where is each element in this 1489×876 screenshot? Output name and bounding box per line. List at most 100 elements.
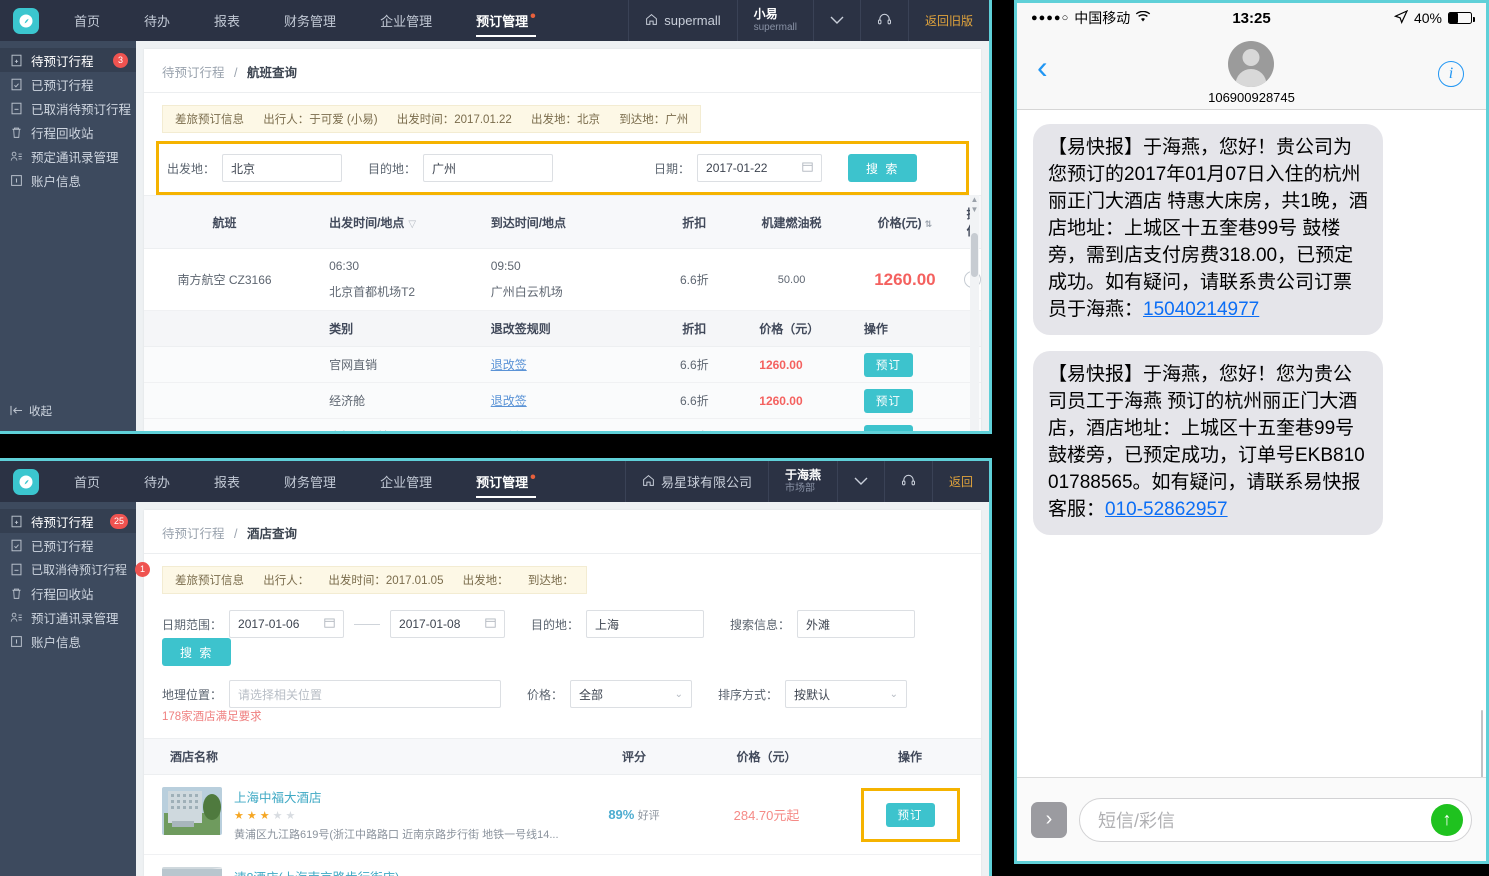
table-scrollbar[interactable]: ▲ ▼ ▼ (970, 195, 979, 431)
phone-number-link[interactable]: 010-52862957 (1105, 499, 1228, 520)
send-arrow-icon[interactable]: ↑ (1431, 803, 1463, 836)
support-button[interactable] (859, 0, 908, 41)
sort-icon[interactable]: ⇅ (925, 219, 933, 229)
book-button[interactable]: 预订 (863, 352, 913, 377)
chat-scrollbar[interactable] (1480, 710, 1483, 782)
company-switcher-2[interactable]: 易星球有限公司 (624, 461, 768, 502)
nav-item-finance-2[interactable]: 财务管理 (262, 461, 358, 502)
sort-label: 排序方式： (718, 687, 779, 702)
phone-number-link[interactable]: 15040214977 (1143, 299, 1259, 320)
breadcrumb-parent-2[interactable]: 待预订行程 (162, 527, 225, 541)
nav-item-booking[interactable]: 预订管理 • (454, 0, 558, 41)
date-from-input[interactable]: 2017-01-06 (229, 610, 345, 638)
logo-container-2[interactable] (0, 461, 52, 502)
sidebar-item-account-info-2[interactable]: 账户信息 (0, 629, 136, 653)
sidebar-item-pending-trips-2[interactable]: 待预订行程 25 (0, 509, 136, 533)
filter-icon[interactable]: ▽ (408, 219, 416, 230)
geo-input[interactable]: 请选择相关位置 (229, 680, 502, 708)
collapse-label: 收起 (29, 406, 52, 418)
hotel-dest-input[interactable]: 上海 (586, 610, 705, 638)
hotel-thumbnail (162, 787, 222, 835)
old-version-link-2[interactable]: 返回 (931, 461, 989, 502)
calendar-icon (790, 161, 813, 175)
sidebar-collapse-button[interactable]: 收起 (10, 403, 52, 419)
sidebar-item-cancelled-trips-2[interactable]: 已取消待预订行程 1 (0, 557, 151, 581)
trash-icon-2 (10, 587, 23, 600)
expand-chevron-icon[interactable]: › (1031, 801, 1067, 838)
sidebar-item-booked-trips-2[interactable]: 已预订行程 (0, 533, 136, 557)
sort-select[interactable]: 按默认 ⌄ (785, 680, 908, 708)
nav-item-enterprise-2[interactable]: 企业管理 (358, 461, 454, 502)
breadcrumb-parent[interactable]: 待预订行程 (162, 66, 225, 80)
flight-price-cell: 1260.00 (845, 248, 964, 311)
nav-item-finance[interactable]: 财务管理 (262, 0, 358, 41)
rules-link[interactable]: 退改签 (491, 430, 527, 431)
contact-header[interactable]: 106900928745 (1208, 41, 1295, 105)
old-version-link[interactable]: 返回旧版 (907, 0, 989, 41)
sidebar-item-account-info[interactable]: 账户信息 (0, 168, 136, 192)
iphone-sms-window: ●●●●○ 中国移动 13:25 40% ‹ 106900928745 i 【易… (1014, 0, 1489, 864)
date-to-input[interactable]: 2017-01-08 (390, 610, 506, 638)
nav-item-booking-2[interactable]: 预订管理 • (454, 461, 558, 502)
sidebar-item-booked-trips[interactable]: 已预订行程 (0, 72, 136, 96)
origin-input[interactable]: 北京 (222, 154, 343, 182)
nav-item-enterprise[interactable]: 企业管理 (358, 0, 454, 41)
nav-item-todo-2[interactable]: 待办 (122, 461, 192, 502)
sidebar-item-cancelled-trips[interactable]: 已取消待预订行程 (0, 96, 136, 120)
message-bubble[interactable]: 【易快报】于海燕，您好！您为贵公司员工于海燕 预订的杭州丽正门大酒店，酒店地址：… (1033, 350, 1383, 535)
nav-item-reports-2[interactable]: 报表 (192, 461, 262, 502)
dest-input[interactable]: 广州 (423, 154, 554, 182)
nav-item-home-2[interactable]: 首页 (52, 461, 122, 502)
back-chevron-icon[interactable]: ‹ (1037, 51, 1048, 83)
sidebar-item-trip-recycle[interactable]: 行程回收站 (0, 120, 136, 144)
keyword-group: 搜索信息： 外滩 (730, 610, 916, 638)
rules-link[interactable]: 退改签 (491, 394, 527, 408)
th-price: 价格(元) ⇅ (845, 195, 964, 249)
sidebar-item-trip-recycle-2[interactable]: 行程回收站 (0, 581, 136, 605)
calendar-icon-from (312, 617, 335, 631)
sidebar-item-pending-trips[interactable]: 待预订行程 3 (0, 48, 136, 72)
doc-check-icon (10, 78, 23, 91)
doc-plus-icon (10, 54, 23, 67)
date-to-value: 2017-01-08 (399, 617, 461, 631)
breadcrumb-current: 航班查询 (246, 66, 297, 80)
hotel-name-link[interactable]: 上海中福大酒店 (234, 787, 559, 806)
fare-price: 1260.00 (759, 393, 803, 408)
hotel-search-button[interactable]: 搜 索 (162, 638, 232, 666)
flight-airline: 南方航空 CZ3166 (144, 248, 306, 311)
support-button-2[interactable] (883, 461, 932, 502)
user-menu-chevron[interactable] (812, 0, 860, 41)
info-box-icon (10, 174, 23, 187)
app-logo-icon-2 (13, 468, 39, 495)
keyword-input[interactable]: 外滩 (797, 610, 916, 638)
nav-item-home[interactable]: 首页 (52, 0, 122, 41)
user-menu[interactable]: 小易 supermall (736, 0, 813, 41)
company-switcher[interactable]: supermall (628, 0, 736, 41)
scrollbar-thumb[interactable] (971, 233, 978, 277)
message-bubble[interactable]: 【易快报】于海燕，您好！贵公司为您预订的2017年01月07日入住的杭州丽正门大… (1033, 124, 1383, 335)
nav-item-reports[interactable]: 报表 (192, 0, 262, 41)
sidebar-item-contacts[interactable]: 预定通讯录管理 (0, 144, 136, 168)
hotel-cell-inner-2: 速8酒店(上海南京路步行街店) ❂❂❂❂❂ 黄浦区山西南路350号物资大厦3楼 (144, 855, 574, 876)
date-input[interactable]: 2017-01-22 (697, 154, 823, 182)
price-select[interactable]: 全部 ⌄ (570, 680, 693, 708)
hotel-content: 待预订行程 / 酒店查询 差旅预订信息 出行人： 出发时间：2017.01.05… (136, 502, 989, 876)
info-icon[interactable]: i (1438, 61, 1464, 87)
nav-item-todo[interactable]: 待办 (122, 0, 192, 41)
user-menu-chevron-2[interactable] (836, 461, 884, 502)
breadcrumb-current-2: 酒店查询 (246, 527, 297, 541)
scroll-up-icon-2[interactable]: ▼ (971, 205, 979, 215)
user-menu-2[interactable]: 于海燕 市场部 (767, 461, 837, 502)
nav-label: 企业管理 (380, 14, 433, 29)
sidebar-item-contacts-2[interactable]: 预订通讯录管理 (0, 605, 136, 629)
message-input[interactable]: 短信/彩信 ↑ (1079, 797, 1472, 842)
hotel-name-link[interactable]: 速8酒店(上海南京路步行街店) (234, 867, 401, 876)
search-button[interactable]: 搜 索 (848, 154, 918, 182)
book-button[interactable]: 预订 (863, 424, 913, 431)
hotel-book-button[interactable]: 预订 (885, 802, 935, 827)
logo-container[interactable] (0, 0, 52, 41)
scroll-up-icon[interactable]: ▲ (971, 195, 979, 205)
book-button[interactable]: 预订 (863, 388, 913, 413)
hotel-sidebar: 待预订行程 25 已预订行程 已取消待预订行程 1 行程回收站 预订通讯录管理 … (0, 502, 151, 876)
rules-link[interactable]: 退改签 (491, 358, 527, 372)
